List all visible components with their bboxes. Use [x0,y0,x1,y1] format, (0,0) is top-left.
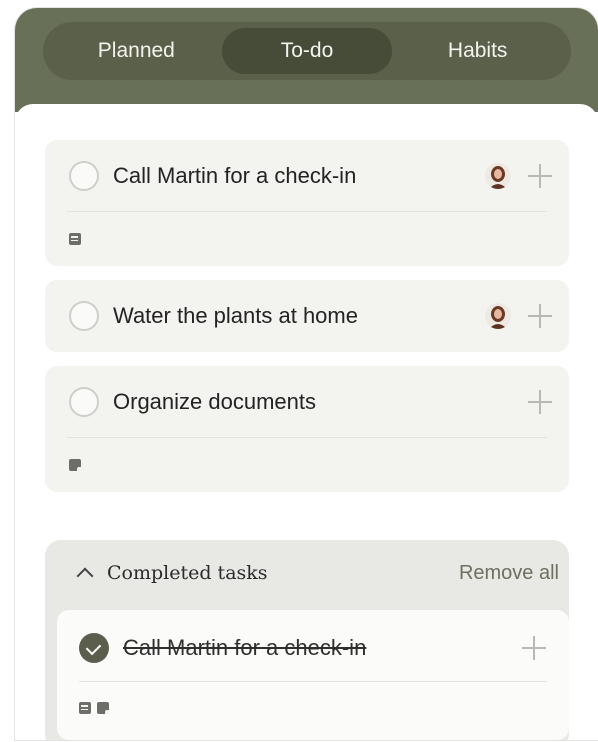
avatar-portrait [489,306,507,329]
remove-all-button[interactable]: Remove all [459,562,559,585]
note-lines-icon [79,702,91,714]
completed-section: Completed tasks Remove all Call Martin f… [45,540,569,740]
assignee-avatar[interactable] [485,303,511,329]
tab-planned[interactable]: Planned [51,28,222,74]
add-subtask-plus-icon[interactable] [525,387,555,417]
task-title[interactable]: Call Martin for a check-in [113,163,485,189]
completed-task-title[interactable]: Call Martin for a check-in [123,635,505,661]
assignee-avatar[interactable] [485,163,511,189]
task-title[interactable]: Organize documents [113,389,511,415]
divider [79,681,547,682]
avatar-portrait [489,166,507,189]
task-card: Organize documents [45,366,569,492]
note-icon [69,459,81,471]
chevron-up-icon[interactable] [76,567,94,585]
tab-todo[interactable]: To-do [221,28,393,74]
task-title[interactable]: Water the plants at home [113,303,485,329]
divider [67,211,547,212]
app-window: Planned To-do Habits Call Martin for a c… [15,8,598,740]
task-row: Call Martin for a check-in [45,140,569,212]
task-panel: Call Martin for a check-in Water the pla… [15,104,598,740]
completed-header: Completed tasks Remove all [45,554,569,592]
task-row: Call Martin for a check-in [57,610,569,686]
tab-habits[interactable]: Habits [392,28,563,74]
complete-checkbox[interactable] [69,161,99,191]
header-bar: Planned To-do Habits [15,8,598,112]
completed-title[interactable]: Completed tasks [107,562,459,584]
task-card: Water the plants at home [45,280,569,352]
tab-bar: Planned To-do Habits [43,22,571,80]
add-subtask-plus-icon[interactable] [519,633,549,663]
completed-task-card: Call Martin for a check-in [57,610,569,740]
checked-checkbox-icon[interactable] [79,633,109,663]
complete-checkbox[interactable] [69,301,99,331]
task-row: Water the plants at home [45,280,569,352]
note-icon [97,702,109,714]
complete-checkbox[interactable] [69,387,99,417]
note-lines-icon [69,233,81,245]
task-row: Organize documents [45,366,569,438]
divider [67,437,547,438]
add-subtask-plus-icon[interactable] [525,161,555,191]
task-card: Call Martin for a check-in [45,140,569,266]
add-subtask-plus-icon[interactable] [525,301,555,331]
